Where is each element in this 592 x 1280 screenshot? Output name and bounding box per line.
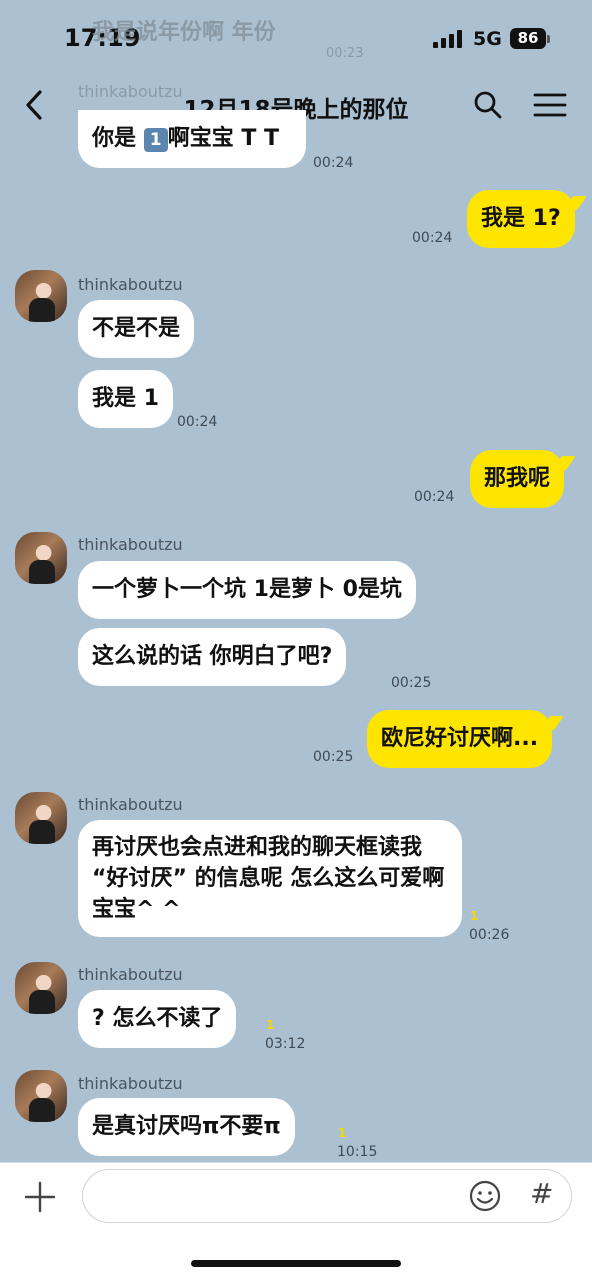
message-timestamp: 00:24 [177,414,218,430]
message-timestamp: 00:24 [313,155,354,171]
message-bubble-clipped[interactable]: 你是 1 啊宝宝 T T [78,110,306,168]
unread-count: 1 [338,1126,347,1140]
outgoing-message[interactable]: 欧尼好讨厌啊... [367,710,553,768]
sender-name: thinkaboutzu [78,535,183,554]
message-timestamp: 00:25 [391,675,432,691]
hash-icon[interactable]: # [530,1177,553,1210]
message-timestamp: 00:24 [414,489,455,505]
unread-count: 1 [266,1018,275,1032]
menu-icon[interactable] [532,90,568,120]
outgoing-message[interactable]: 我是 1? [467,190,575,248]
incoming-message[interactable]: 一个萝卜一个坑 1是萝卜 0是坑 [78,561,416,619]
message-text: 啊宝宝 T T [167,126,280,151]
signal-icon [433,30,462,48]
battery-icon: 86 [510,28,546,49]
unread-count: 1 [470,909,479,923]
network-label: 5G [473,28,502,50]
avatar[interactable] [15,532,67,584]
sender-name: thinkaboutzu [78,275,183,294]
battery-tip [547,35,550,43]
message-timestamp: 00:25 [313,749,354,765]
incoming-message[interactable]: ? 怎么不读了 [78,990,237,1048]
emoji-icon[interactable] [468,1179,502,1213]
message-timestamp: 03:12 [265,1036,306,1052]
message-timestamp: 00:24 [412,230,453,246]
avatar[interactable] [15,270,67,322]
avatar[interactable] [15,792,67,844]
sender-name: thinkaboutzu [78,1074,183,1093]
avatar[interactable] [15,1070,67,1122]
incoming-message[interactable]: 再讨厌也会点进和我的聊天框读我 “好讨厌” 的信息呢 怎么这么可爱啊宝宝^ ^ [78,820,462,937]
avatar[interactable] [15,962,67,1014]
number-one-emoji: 1 [143,128,168,152]
message-text: 你是 [92,126,137,151]
incoming-message[interactable]: 是真讨厌吗π不要π [78,1098,295,1156]
ghost-timestamp: 00:23 [326,46,364,61]
incoming-message[interactable]: 这么说的话 你明白了吧? [78,628,347,686]
incoming-message[interactable]: 不是不是 [78,300,195,358]
message-timestamp: 00:26 [469,927,510,943]
message-timestamp: 10:15 [337,1144,378,1160]
ghost-message: 我是说年份啊 年份 [92,20,276,45]
back-icon[interactable] [20,88,50,122]
plus-icon[interactable] [22,1179,58,1215]
sender-name: thinkaboutzu [78,795,183,814]
status-bar: 17:19 5G 86 [0,0,592,80]
home-indicator [191,1260,401,1267]
incoming-message[interactable]: 我是 1 [78,370,173,428]
sender-name: thinkaboutzu [78,965,183,984]
outgoing-message[interactable]: 那我呢 [470,450,565,508]
search-icon[interactable] [472,89,504,121]
